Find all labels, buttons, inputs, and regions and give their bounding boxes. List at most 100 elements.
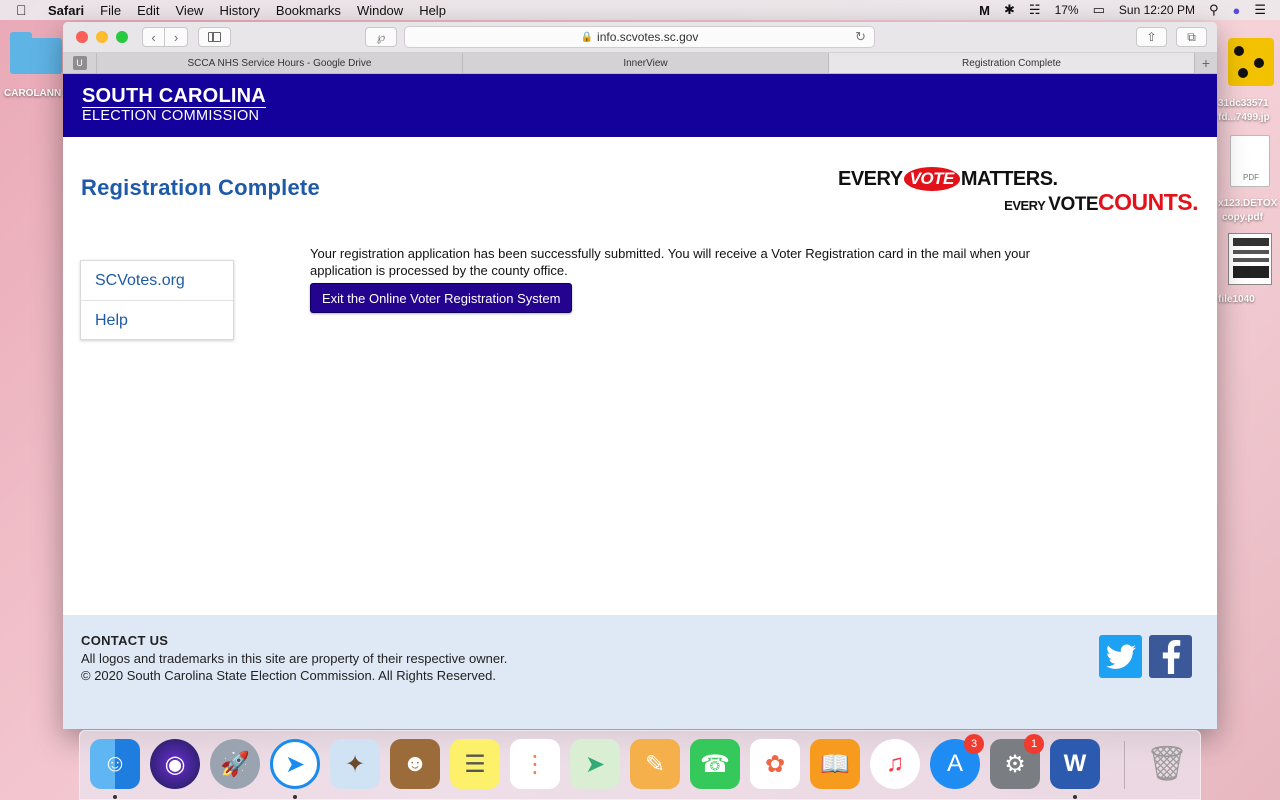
menu-edit[interactable]: Edit — [137, 3, 159, 18]
maps-icon[interactable]: ➤ — [570, 739, 620, 789]
word-icon[interactable]: W — [1050, 739, 1100, 789]
menu-app-safari[interactable]: Safari — [48, 3, 84, 18]
footer-copyright-text: © 2020 South Carolina State Election Com… — [81, 668, 496, 683]
music-icon[interactable]: ♫ — [870, 739, 920, 789]
twitter-button[interactable] — [1099, 635, 1142, 678]
back-button[interactable]: ‹ — [142, 27, 165, 47]
twitter-icon — [1105, 644, 1136, 669]
tab-google-drive[interactable]: SCCA NHS Service Hours - Google Drive — [97, 53, 463, 73]
safari-dock-icon[interactable]: ➤ — [270, 739, 320, 789]
app-store-badge: 3 — [964, 734, 984, 754]
desktop-pdf-icon[interactable]: PDF — [1218, 135, 1280, 189]
battery-icon[interactable]: ▭ — [1093, 2, 1105, 18]
clock[interactable]: Sun 12:20 PM — [1119, 3, 1195, 17]
show-tabs-button[interactable]: ⧉ — [1176, 27, 1207, 47]
siri-dock-icon[interactable]: ◉ — [150, 739, 200, 789]
every-vote-matters-logo: EVERY VOTE MATTERS. EVERY VOTE COUNTS. — [838, 165, 1199, 215]
dock-separator — [1124, 741, 1125, 789]
contact-us-heading[interactable]: CONTACT US — [81, 633, 168, 648]
share-icon: ⇧ — [1146, 30, 1157, 44]
menu-history[interactable]: History — [219, 3, 259, 18]
contacts-icon[interactable]: ☻ — [390, 739, 440, 789]
menu-help[interactable]: Help — [419, 3, 446, 18]
footer-trademark-text: All logos and trademarks in this site ar… — [81, 651, 508, 666]
reload-icon[interactable]: ↻ — [855, 29, 866, 45]
exit-registration-button[interactable]: Exit the Online Voter Registration Syste… — [310, 283, 573, 313]
forward-button[interactable]: › — [165, 27, 188, 47]
finder-icon[interactable]: ☺ — [90, 739, 140, 789]
spotlight-icon[interactable]: ⚲ — [1209, 2, 1219, 18]
pages-icon[interactable]: ✎ — [630, 739, 680, 789]
bluetooth-icon[interactable]: ✱ — [1004, 2, 1015, 18]
chevron-right-icon: › — [173, 29, 179, 45]
web-page: SOUTH CAROLINA ELECTION COMMISSION Regis… — [63, 74, 1217, 729]
fullscreen-window-button[interactable] — [116, 31, 128, 43]
desktop-image-thumbnail[interactable] — [1218, 38, 1280, 88]
pdf-badge: PDF — [1243, 173, 1259, 182]
menu-file[interactable]: File — [100, 3, 121, 18]
address-bar[interactable]: 🔒 info.scvotes.sc.gov ↻ — [404, 26, 875, 48]
desktop-file-label-4: copy.pdf — [1222, 212, 1263, 223]
nav-link-scvotes[interactable]: SCVotes.org — [81, 261, 233, 300]
system-preferences-icon[interactable]: ⚙ 1 — [990, 734, 1044, 789]
history-nav: ‹ › — [142, 27, 188, 47]
site-header: SOUTH CAROLINA ELECTION COMMISSION — [63, 74, 1217, 137]
menu-bookmarks[interactable]: Bookmarks — [276, 3, 341, 18]
system-preferences-badge: 1 — [1024, 734, 1044, 754]
sidebar-icon — [208, 32, 221, 42]
pinned-tab[interactable]: U — [63, 53, 97, 73]
launchpad-icon[interactable]: 🚀 — [210, 739, 260, 789]
desktop-folder-label: CAROLANN — [4, 88, 62, 99]
desktop-folder-icon[interactable] — [8, 30, 66, 74]
slogan-every: EVERY — [838, 167, 903, 190]
side-navigation: SCVotes.org Help — [80, 260, 234, 340]
sidebar-toggle-button[interactable] — [198, 27, 231, 47]
slogan-every-2: EVERY — [1004, 198, 1046, 213]
word-running-indicator — [1073, 795, 1077, 799]
confirmation-message: Your registration application has been s… — [310, 246, 1030, 278]
nav-link-help[interactable]: Help — [81, 300, 233, 339]
desktop-document-thumbnail[interactable] — [1218, 233, 1280, 288]
tab-registration-complete[interactable]: Registration Complete — [829, 53, 1195, 73]
app-store-icon[interactable]: A 3 — [930, 734, 984, 789]
menu-view[interactable]: View — [176, 3, 204, 18]
address-text: info.scvotes.sc.gov — [597, 30, 699, 44]
slogan-vote-2: VOTE — [1048, 194, 1098, 215]
reader-icon: ℘ — [376, 30, 386, 44]
close-window-button[interactable] — [76, 31, 88, 43]
logo-line-1: SOUTH CAROLINA — [82, 85, 266, 108]
sc-election-commission-logo[interactable]: SOUTH CAROLINA ELECTION COMMISSION — [82, 86, 266, 125]
malwarebytes-icon[interactable]: M — [979, 3, 990, 18]
share-button[interactable]: ⇧ — [1136, 27, 1167, 47]
plus-icon: + — [1201, 55, 1211, 71]
books-icon[interactable]: 📖 — [810, 739, 860, 789]
notes-icon[interactable]: ☰ — [450, 739, 500, 789]
new-tab-button[interactable]: + — [1195, 53, 1217, 73]
browser-toolbar: ‹ › ℘ 🔒 info.scvotes.sc.gov ↻ ⇧ ⧉ — [63, 22, 1217, 53]
wifi-icon[interactable]: ☵ — [1029, 2, 1041, 18]
facebook-button[interactable] — [1149, 635, 1192, 678]
notification-center-icon[interactable]: ☰ — [1254, 2, 1266, 18]
minimize-window-button[interactable] — [96, 31, 108, 43]
siri-icon[interactable]: ● — [1232, 3, 1240, 18]
photos-icon[interactable]: ✿ — [750, 739, 800, 789]
lock-icon: 🔒 — [580, 31, 594, 43]
menu-bar:  Safari File Edit View History Bookmark… — [0, 0, 1280, 20]
reader-button[interactable]: ℘ — [365, 27, 397, 47]
chevron-left-icon: ‹ — [151, 29, 156, 45]
mail-icon[interactable]: ✦ — [330, 739, 380, 789]
apple-icon[interactable]:  — [16, 2, 36, 18]
facebook-icon — [1162, 639, 1180, 674]
tabs-icon: ⧉ — [1187, 29, 1196, 44]
menu-window[interactable]: Window — [357, 3, 403, 18]
trash-icon[interactable]: 🗑 — [1142, 739, 1192, 789]
safari-window: ‹ › ℘ 🔒 info.scvotes.sc.gov ↻ ⇧ ⧉ U SCCA… — [63, 22, 1217, 729]
site-footer: CONTACT US All logos and trademarks in t… — [63, 615, 1217, 729]
reminders-icon[interactable]: ⋮ — [510, 739, 560, 789]
battery-percent[interactable]: 17% — [1055, 3, 1079, 17]
slogan-matters: MATTERS. — [960, 167, 1058, 190]
tab-innerview[interactable]: InnerView — [463, 53, 829, 73]
pinned-tab-icon: U — [72, 56, 87, 70]
facetime-icon[interactable]: ☎ — [690, 739, 740, 789]
dock: ☺ ◉ 🚀 ➤ ✦ ☻ ☰ ⋮ ➤ ✎ ☎ ✿ 📖 ♫ A 3 ⚙ 1 W 🗑 — [79, 730, 1201, 800]
